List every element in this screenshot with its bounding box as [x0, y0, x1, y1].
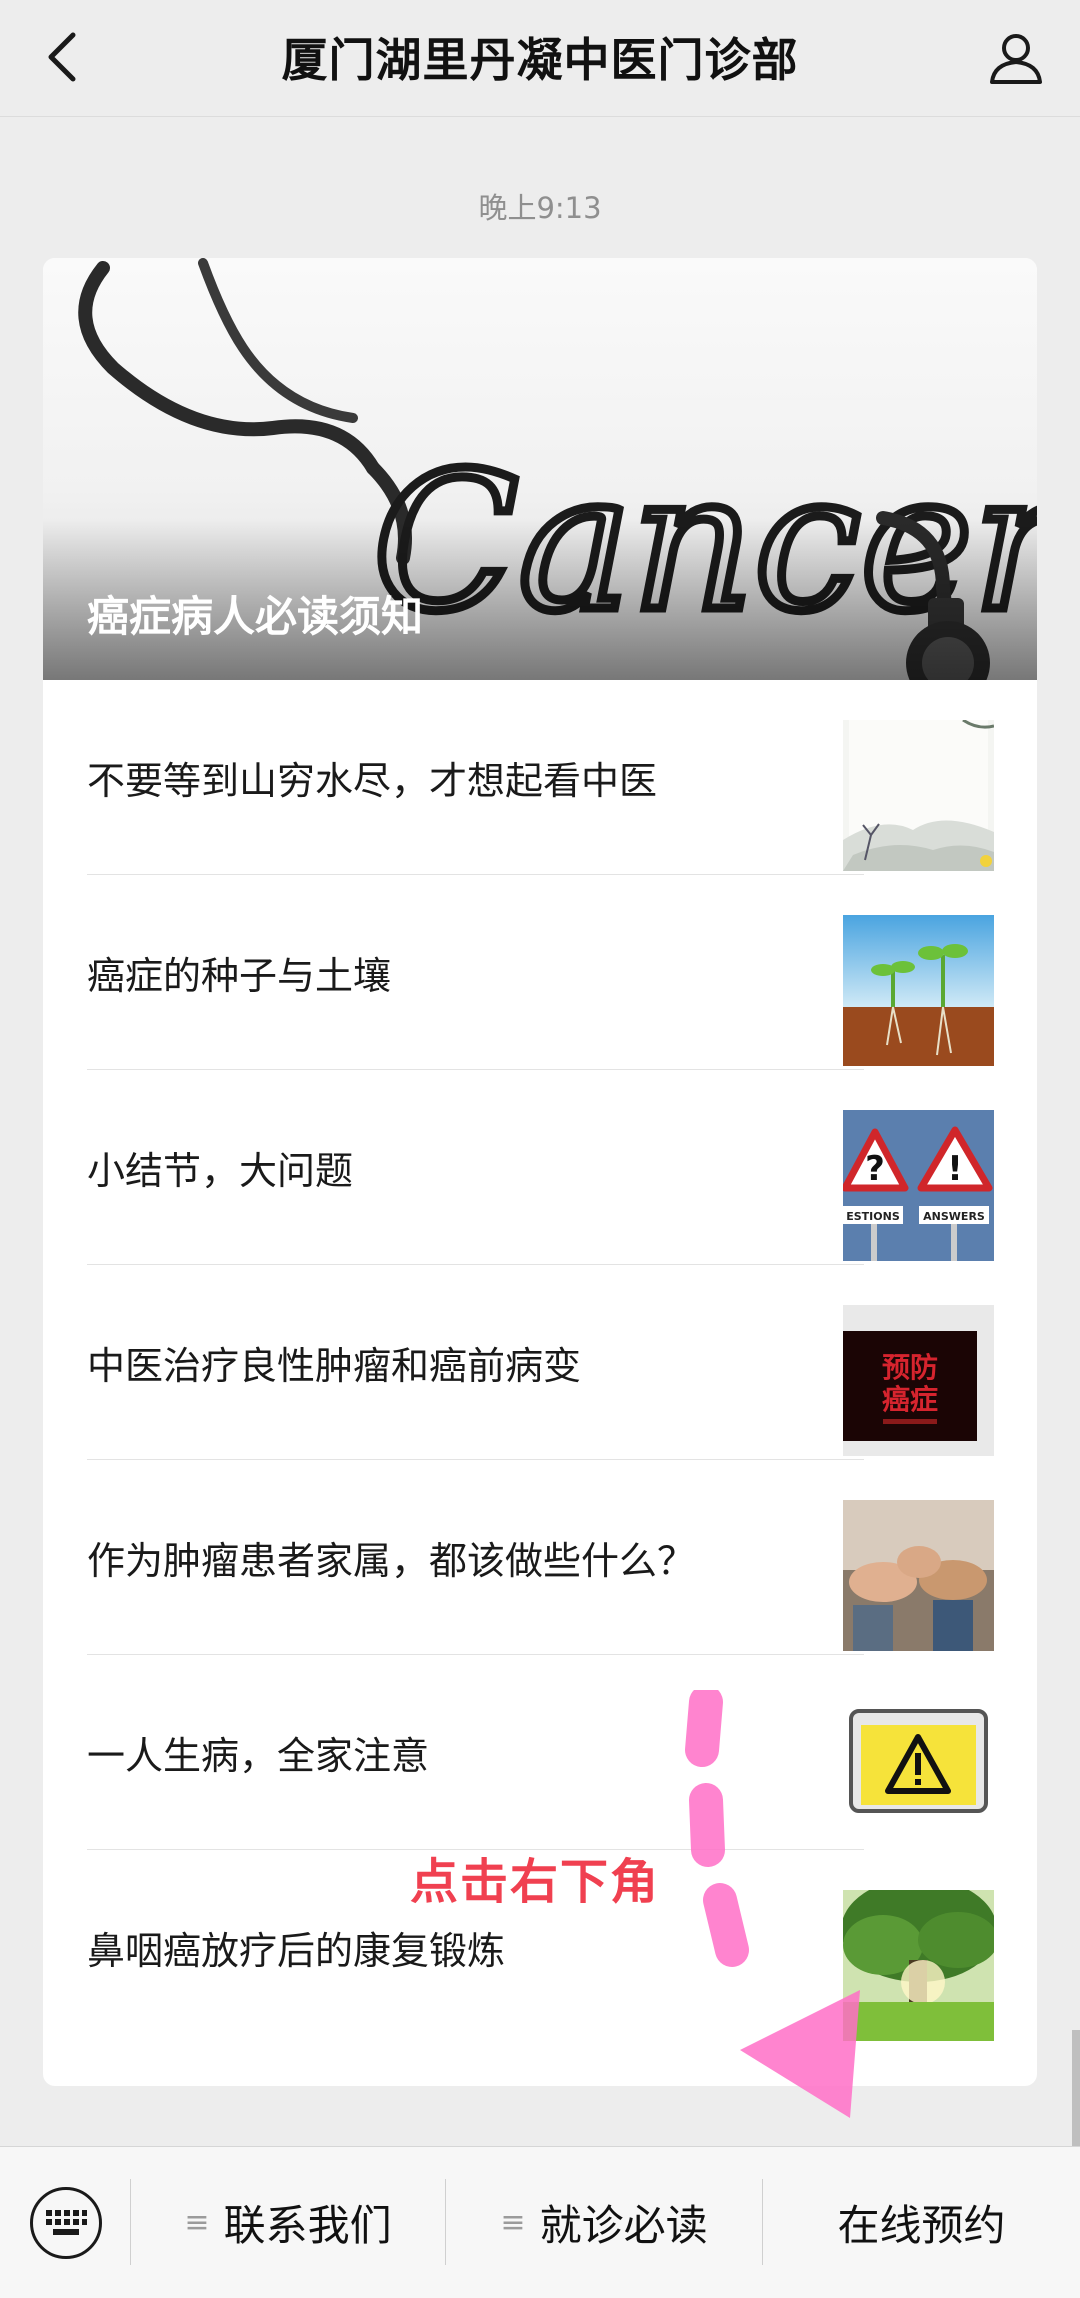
top-bar: 厦门湖里丹凝中医门诊部 — [0, 0, 1080, 117]
message-timestamp: 晚上9:13 — [478, 191, 602, 225]
annotation-text: 点击右下角 — [410, 1854, 661, 1910]
article-thumbnail — [843, 720, 994, 871]
page-title: 厦门湖里丹凝中医门诊部 — [281, 33, 799, 87]
cover-title: 癌症病人必读须知 — [87, 592, 424, 641]
article-item[interactable]: 不要等到山穷水尽，才想起看中医 — [43, 680, 1037, 875]
menu-visit-guide[interactable]: ≡ 就诊必读 — [446, 2147, 762, 2298]
svg-text:ESTIONS: ESTIONS — [846, 1210, 900, 1223]
article-title: 癌症的种子与土壤 — [87, 954, 392, 998]
menu-label: 在线预约 — [837, 2201, 1006, 2250]
article-thumbnail — [843, 1500, 994, 1651]
menu-online-booking[interactable]: 在线预约 — [763, 2147, 1080, 2298]
svg-text:!: ! — [947, 1149, 963, 1189]
scrollbar[interactable] — [1072, 2030, 1080, 2150]
menu-label: 就诊必读 — [539, 2201, 708, 2250]
menu-list-icon: ≡ — [184, 2205, 210, 2240]
article-item[interactable]: 中医治疗良性肿瘤和癌前病变 预防 癌症 — [43, 1265, 1037, 1460]
article-item[interactable]: 小结节，大问题 ? ! ESTIONS ANSWERS — [43, 1070, 1037, 1265]
article-title: 不要等到山穷水尽，才想起看中医 — [87, 759, 658, 803]
menu-label: 联系我们 — [223, 2201, 392, 2250]
article-title: 小结节，大问题 — [87, 1149, 354, 1193]
cover-article[interactable]: Cancer 癌症病人必读须知 — [43, 258, 1037, 680]
keyboard-button[interactable] — [30, 2187, 102, 2259]
svg-text:癌症: 癌症 — [882, 1383, 938, 1416]
article-thumbnail — [843, 915, 994, 1066]
article-thumbnail: 预防 癌症 — [843, 1305, 994, 1456]
article-thumbnail: ? ! ESTIONS ANSWERS — [843, 1110, 994, 1261]
article-title: 作为肿瘤患者家属，都该做些什么？ — [87, 1539, 696, 1583]
menu-contact-us[interactable]: ≡ 联系我们 — [131, 2147, 445, 2298]
profile-button[interactable] — [978, 20, 1054, 96]
article-item[interactable]: 癌症的种子与土壤 — [43, 875, 1037, 1070]
svg-text:?: ? — [865, 1149, 885, 1189]
article-title: 中医治疗良性肿瘤和癌前病变 — [87, 1344, 582, 1388]
pointer-arrow-annotation — [685, 1690, 860, 2118]
keyboard-icon — [46, 2210, 87, 2235]
svg-text:预防: 预防 — [882, 1351, 938, 1384]
svg-text:ANSWERS: ANSWERS — [923, 1210, 985, 1223]
bottom-menu-bar: ≡ 联系我们 ≡ 就诊必读 在线预约 — [0, 2146, 1080, 2298]
person-icon — [990, 34, 1042, 84]
article-item[interactable]: 作为肿瘤患者家属，都该做些什么？ — [43, 1460, 1037, 1655]
menu-list-icon: ≡ — [500, 2205, 526, 2240]
